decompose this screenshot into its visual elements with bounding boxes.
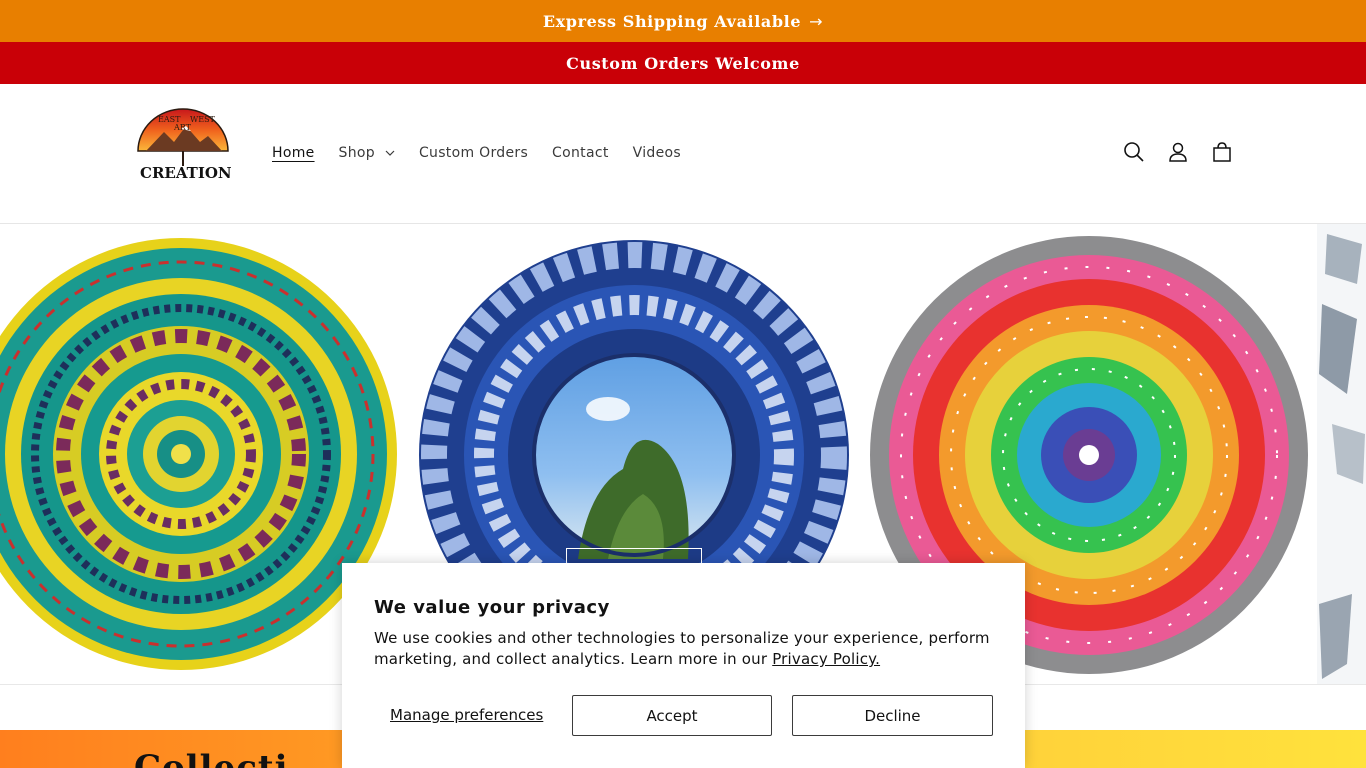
teal-mandala-plate-image (0, 238, 397, 670)
nav-item-videos[interactable]: Videos (633, 145, 681, 161)
logo-text-west: WEST (190, 115, 216, 124)
consent-title: We value your privacy (374, 597, 610, 618)
consent-text: We use cookies and other technologies to… (374, 628, 994, 670)
cookie-consent-dialog: We value your privacy We use cookies and… (342, 563, 1025, 768)
logo-text-art: ART (173, 123, 192, 132)
silver-item-partial-image (1317, 224, 1366, 684)
nav-item-shop[interactable]: Shop (339, 145, 395, 161)
search-icon (1124, 142, 1144, 162)
east-west-art-creations-logo[interactable]: EAST WEST ART CREATIONS (134, 106, 232, 196)
collections-title: Collecti (134, 748, 289, 768)
nav-label-shop: Shop (338, 145, 375, 161)
custom-orders-announcement-text: Custom Orders Welcome (566, 53, 800, 73)
nav-item-contact[interactable]: Contact (552, 145, 609, 161)
chevron-down-icon (385, 150, 395, 156)
nav-item-custom-orders[interactable]: Custom Orders (419, 145, 528, 161)
cart-icon (1213, 142, 1231, 162)
account-button[interactable] (1166, 140, 1190, 164)
shipping-announcement-text: Express Shipping Available (542, 11, 802, 31)
main-navigation: Home Shop Custom Orders Contact Videos (272, 84, 705, 222)
nav-label-contact: Contact (552, 145, 609, 161)
search-button[interactable] (1122, 140, 1146, 164)
manage-preferences-link[interactable]: Manage preferences (390, 706, 543, 724)
account-icon (1169, 142, 1187, 162)
announcement-bar-custom: Custom Orders Welcome (0, 42, 1366, 84)
header-icons (1122, 140, 1234, 164)
decline-button[interactable]: Decline (792, 695, 993, 736)
consent-actions: Manage preferences Accept Decline (374, 695, 993, 736)
nav-label-videos: Videos (632, 145, 681, 161)
cart-button[interactable] (1210, 140, 1234, 164)
site-header: EAST WEST ART CREATIONS Home Shop Custom… (0, 84, 1366, 224)
privacy-policy-link[interactable]: Privacy Policy. (772, 650, 880, 668)
announcement-bar-shipping[interactable]: Express Shipping Available → (0, 0, 1366, 42)
nav-item-home[interactable]: Home (272, 145, 315, 161)
logo-text-creations: CREATIONS (140, 164, 232, 182)
nav-label-custom-orders: Custom Orders (418, 145, 529, 161)
consent-body-text: We use cookies and other technologies to… (374, 629, 990, 668)
arrow-right-icon: → (809, 11, 824, 31)
accept-button[interactable]: Accept (572, 695, 772, 736)
nav-label-home: Home (272, 145, 315, 161)
